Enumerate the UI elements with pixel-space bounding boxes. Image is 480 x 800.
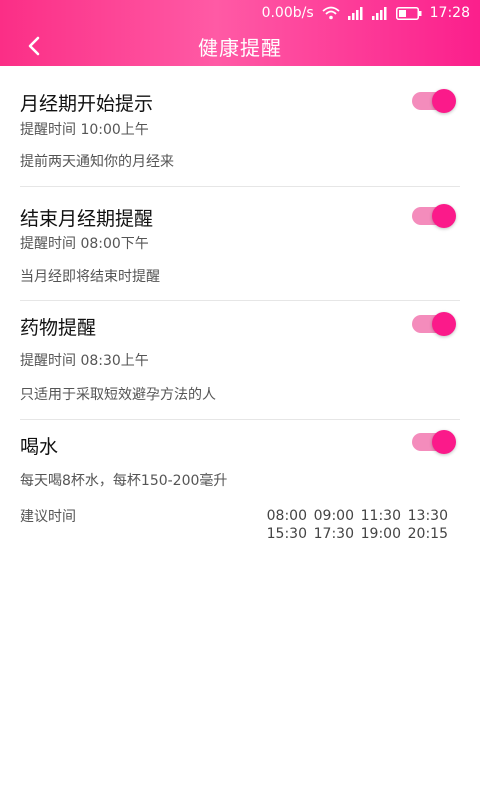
toggle-knob	[432, 430, 456, 454]
reminder-title: 结束月经期提醒	[20, 208, 154, 230]
reminder-title: 药物提醒	[20, 317, 97, 339]
reminder-description: 每天喝8杯水，每杯150-200毫升	[20, 473, 228, 489]
reminder-time[interactable]: 提醒时间 10:00上午	[20, 119, 149, 139]
reminder-period-start: 月经期开始提示 提醒时间 10:00上午 提前两天通知你的月经来	[20, 66, 460, 187]
toggle-knob	[432, 312, 456, 336]
suggested-time[interactable]: 15:30	[260, 526, 307, 542]
toggle-knob	[432, 204, 456, 228]
navigation-bar: 健康提醒	[0, 26, 480, 66]
clock: 17:28	[429, 5, 470, 21]
app-header: 0.00b/s 17:28 健康提醒	[0, 0, 480, 66]
reminder-medicine: 药物提醒 提醒时间 08:30上午 只适用于采取短效避孕方法的人	[20, 301, 460, 420]
reminder-description: 只适用于采取短效避孕方法的人	[20, 387, 216, 403]
reminder-toggle[interactable]	[412, 89, 456, 113]
page-title: 健康提醒	[198, 35, 282, 60]
back-button[interactable]	[20, 32, 48, 60]
suggested-time-label: 建议时间	[20, 509, 76, 525]
suggested-time[interactable]: 13:30	[401, 508, 448, 524]
chevron-left-icon	[28, 36, 40, 56]
reminder-time[interactable]: 提醒时间 08:00下午	[20, 233, 149, 253]
reminder-toggle[interactable]	[412, 204, 456, 228]
suggested-times: 08:00 09:00 11:30 13:30 15:30 17:30 19:0…	[260, 508, 448, 542]
reminder-toggle[interactable]	[412, 312, 456, 336]
suggested-time[interactable]: 20:15	[401, 526, 448, 542]
reminder-water: 喝水 每天喝8杯水，每杯150-200毫升 建议时间 08:00 09:00 1…	[20, 420, 460, 560]
network-speed: 0.00b/s	[261, 5, 314, 21]
reminder-description: 提前两天通知你的月经来	[20, 154, 174, 170]
reminder-period-end: 结束月经期提醒 提醒时间 08:00下午 当月经即将结束时提醒	[20, 187, 460, 301]
signal-icon	[371, 6, 388, 20]
reminder-toggle[interactable]	[412, 430, 456, 454]
suggested-time[interactable]: 08:00	[260, 508, 307, 524]
suggested-time[interactable]: 09:00	[307, 508, 354, 524]
reminder-description: 当月经即将结束时提醒	[20, 269, 160, 285]
suggested-time[interactable]: 11:30	[354, 508, 401, 524]
wifi-icon	[322, 6, 340, 20]
reminder-time[interactable]: 提醒时间 08:30上午	[20, 350, 149, 370]
suggested-time[interactable]: 19:00	[354, 526, 401, 542]
status-bar: 0.00b/s 17:28	[0, 0, 480, 26]
signal-icon	[347, 6, 364, 20]
reminder-title: 月经期开始提示	[20, 93, 154, 115]
reminder-title: 喝水	[20, 436, 59, 458]
suggested-time[interactable]: 17:30	[307, 526, 354, 542]
reminder-list: 月经期开始提示 提醒时间 10:00上午 提前两天通知你的月经来 结束月经期提醒…	[0, 66, 480, 560]
toggle-knob	[432, 89, 456, 113]
battery-icon	[395, 6, 422, 20]
